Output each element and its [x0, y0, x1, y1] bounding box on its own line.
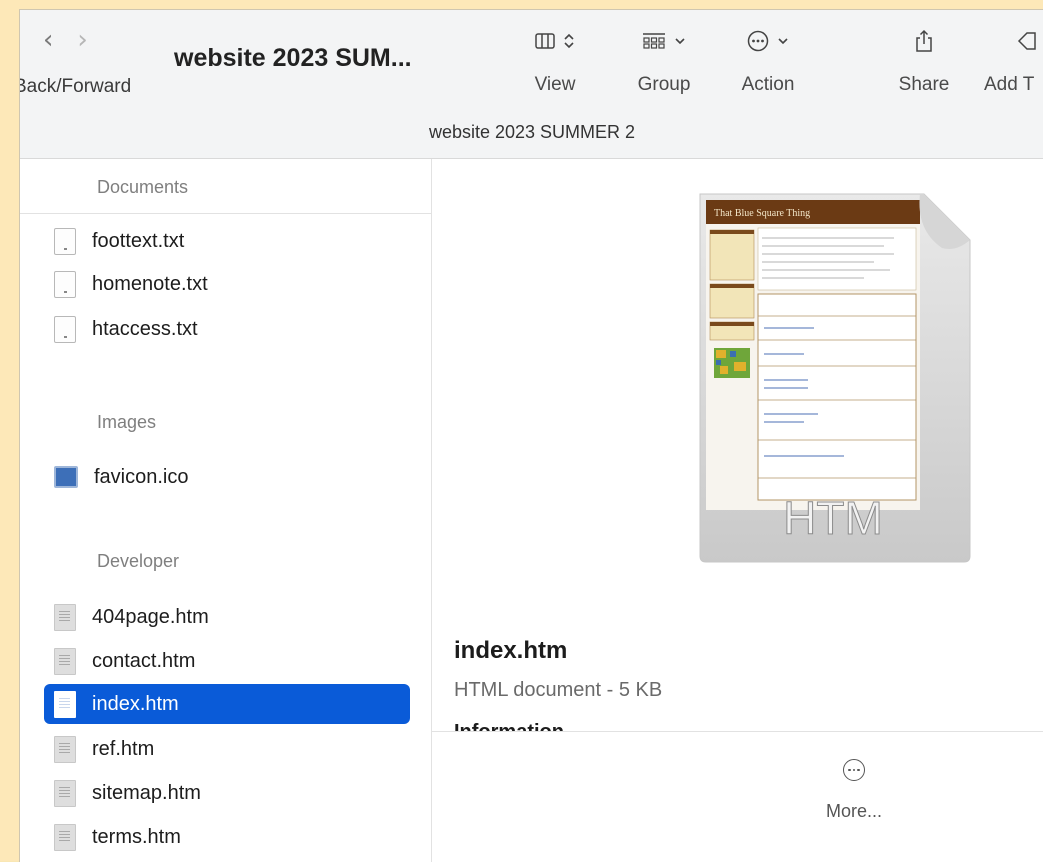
file-name: foottext.txt — [92, 229, 185, 252]
file-name: sitemap.htm — [92, 781, 201, 804]
share-label: Share — [898, 74, 950, 95]
chevron-down-icon — [675, 38, 685, 45]
html-file-icon — [54, 735, 76, 763]
add-tags-label: Add T — [984, 74, 1035, 95]
view-button[interactable]: View — [523, 26, 587, 96]
forward-icon[interactable]: › — [77, 26, 87, 54]
file-name: homenote.txt — [92, 272, 208, 295]
group-label: Group — [637, 74, 691, 95]
file-item-sitemap[interactable]: sitemap.htm — [44, 773, 410, 813]
file-name: favicon.ico — [94, 465, 189, 488]
ellipsis-circle-icon — [747, 30, 769, 52]
html-file-icon — [54, 647, 76, 675]
action-label: Action — [741, 74, 795, 95]
group-icon — [643, 33, 665, 49]
file-item-terms[interactable]: terms.htm — [44, 817, 410, 857]
htm-badge: HTM — [783, 492, 883, 544]
section-developer: Developer — [97, 551, 180, 571]
share-button[interactable]: Share — [892, 26, 956, 96]
group-button[interactable]: Group — [626, 26, 702, 96]
columns-view-icon — [535, 33, 555, 49]
back-forward-controls: ‹ › — [43, 26, 88, 54]
file-name: 404page.htm — [92, 605, 209, 628]
file-item-favicon[interactable]: favicon.ico — [44, 457, 410, 497]
finder-window: ‹ › Back/Forward website 2023 SUM... Vie… — [19, 9, 1043, 862]
text-file-icon — [54, 270, 76, 298]
action-button[interactable]: Action — [730, 26, 806, 96]
window-title: website 2023 SUM... — [174, 44, 412, 72]
share-icon — [916, 29, 932, 52]
more-button[interactable]: More... — [804, 759, 904, 822]
section-images: Images — [97, 412, 157, 432]
tag-icon — [1017, 32, 1036, 50]
file-name: index.htm — [92, 692, 179, 715]
html-file-icon — [54, 823, 76, 851]
section-divider — [20, 213, 431, 214]
text-file-icon — [54, 315, 76, 343]
file-item-foottext[interactable]: foottext.txt — [44, 221, 410, 261]
chevron-updown-icon — [564, 33, 574, 49]
file-name: ref.htm — [92, 737, 155, 760]
back-icon[interactable]: ‹ — [43, 26, 53, 54]
back-forward-label: Back/Forward — [19, 76, 132, 97]
view-label: View — [534, 74, 576, 95]
preview-file-name: index.htm — [454, 637, 568, 664]
add-tags-button[interactable]: Add T — [982, 26, 1043, 96]
file-name: htaccess.txt — [92, 317, 198, 340]
html-document-thumbnail: That Blue Square Thing HTM — [699, 193, 971, 563]
html-file-icon — [54, 690, 76, 718]
preview-file-type: HTML document - 5 KB — [454, 679, 663, 701]
file-item-htaccess[interactable]: htaccess.txt — [44, 309, 410, 349]
html-file-icon — [54, 779, 76, 807]
file-name: contact.htm — [92, 649, 196, 672]
thumbnail-heading: That Blue Square Thing — [714, 208, 810, 219]
file-item-index-selected[interactable]: index.htm — [44, 684, 410, 724]
file-item-ref[interactable]: ref.htm — [44, 729, 410, 769]
chevron-down-icon — [778, 38, 788, 45]
path-title: website 2023 SUMMER 2 — [428, 122, 636, 142]
file-item-404page[interactable]: 404page.htm — [44, 597, 410, 637]
image-file-icon — [54, 466, 78, 488]
text-file-icon — [54, 227, 76, 255]
preview-actions-area — [432, 731, 1043, 862]
section-documents: Documents — [97, 177, 189, 197]
file-item-homenote[interactable]: homenote.txt — [44, 264, 410, 304]
file-list-sidebar: Documents foottext.txt homenote.txt htac… — [20, 159, 432, 862]
ellipsis-circle-icon — [843, 759, 865, 781]
more-label: More... — [825, 801, 882, 821]
file-item-contact[interactable]: contact.htm — [44, 641, 410, 681]
toolbar: ‹ › Back/Forward website 2023 SUM... Vie… — [20, 10, 1043, 159]
preview-pane: That Blue Square Thing HTM index.htm HTM… — [432, 159, 1043, 862]
html-file-icon — [54, 603, 76, 631]
file-name: terms.htm — [92, 825, 181, 848]
